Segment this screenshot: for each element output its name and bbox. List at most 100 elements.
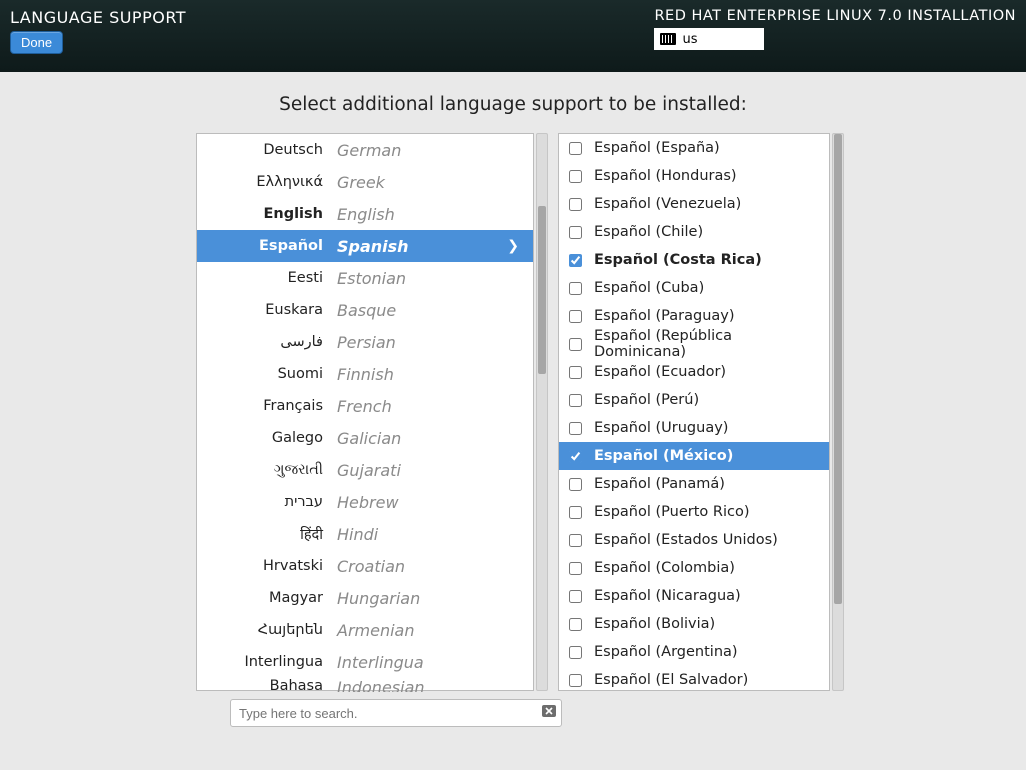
locale-checkbox[interactable] bbox=[569, 366, 582, 379]
search-input[interactable] bbox=[230, 699, 562, 727]
locale-checkbox[interactable] bbox=[569, 422, 582, 435]
locale-row[interactable]: Español (República Dominicana) bbox=[559, 330, 829, 358]
locale-checkbox[interactable] bbox=[569, 674, 582, 687]
locale-row[interactable]: Español (Argentina) bbox=[559, 638, 829, 666]
locale-row[interactable]: Español (Panamá) bbox=[559, 470, 829, 498]
locale-row[interactable]: Español (Puerto Rico) bbox=[559, 498, 829, 526]
locale-checkbox[interactable] bbox=[569, 338, 582, 351]
language-english-label: Indonesian bbox=[337, 678, 523, 692]
language-english-label: German bbox=[337, 141, 523, 160]
locale-row[interactable]: Español (El Salvador) bbox=[559, 666, 829, 694]
language-row[interactable]: EnglishEnglish❯ bbox=[197, 198, 533, 230]
locale-label: Español (Nicaragua) bbox=[594, 588, 741, 604]
locale-row[interactable]: Español (Venezuela) bbox=[559, 190, 829, 218]
language-native-label: עברית bbox=[197, 494, 337, 510]
installer-title: RED HAT ENTERPRISE LINUX 7.0 INSTALLATIO… bbox=[654, 8, 1016, 24]
language-row[interactable]: EspañolSpanish❯ bbox=[197, 230, 533, 262]
language-english-label: French bbox=[337, 397, 523, 416]
locale-checkbox[interactable] bbox=[569, 198, 582, 211]
language-native-label: فارسی bbox=[197, 334, 337, 350]
language-row[interactable]: FrançaisFrench❯ bbox=[197, 390, 533, 422]
page-title: LANGUAGE SUPPORT bbox=[10, 8, 186, 27]
locale-checkbox[interactable] bbox=[569, 310, 582, 323]
language-row[interactable]: עבריתHebrew❯ bbox=[197, 486, 533, 518]
locale-row[interactable]: Español (Paraguay) bbox=[559, 302, 829, 330]
language-row[interactable]: InterlinguaInterlingua❯ bbox=[197, 646, 533, 678]
locale-row[interactable]: Español (Chile) bbox=[559, 218, 829, 246]
language-row[interactable]: فارسیPersian❯ bbox=[197, 326, 533, 358]
language-row[interactable]: EestiEstonian❯ bbox=[197, 262, 533, 294]
keyboard-layout-indicator[interactable]: us bbox=[654, 28, 764, 50]
language-english-label: Hebrew bbox=[337, 493, 523, 512]
language-native-label: हिंदी bbox=[197, 524, 337, 544]
locale-row[interactable]: Español (Estados Unidos) bbox=[559, 526, 829, 554]
language-row[interactable]: Bahasa IndonesiaIndonesian❯ bbox=[197, 678, 533, 692]
locale-row[interactable]: Español (Honduras) bbox=[559, 162, 829, 190]
locale-row[interactable]: Español (Bolivia) bbox=[559, 610, 829, 638]
locale-row[interactable]: Español (México) bbox=[559, 442, 829, 470]
locale-label: Español (Venezuela) bbox=[594, 196, 741, 212]
language-english-label: Basque bbox=[337, 301, 523, 320]
language-english-label: Hindi bbox=[337, 525, 523, 544]
language-row[interactable]: हिंदीHindi❯ bbox=[197, 518, 533, 550]
locale-row[interactable]: Español (Nicaragua) bbox=[559, 582, 829, 610]
locale-checkbox[interactable] bbox=[569, 226, 582, 239]
locale-row[interactable]: Español (Ecuador) bbox=[559, 358, 829, 386]
language-row[interactable]: SuomiFinnish❯ bbox=[197, 358, 533, 390]
language-row[interactable]: MagyarHungarian❯ bbox=[197, 582, 533, 614]
locale-checkbox[interactable] bbox=[569, 618, 582, 631]
locale-checkbox[interactable] bbox=[569, 534, 582, 547]
header-bar: LANGUAGE SUPPORT Done RED HAT ENTERPRISE… bbox=[0, 0, 1026, 72]
locale-row[interactable]: Español (Cuba) bbox=[559, 274, 829, 302]
locale-checkbox[interactable] bbox=[569, 506, 582, 519]
locale-label: Español (Uruguay) bbox=[594, 420, 728, 436]
locale-row[interactable]: Español (Colombia) bbox=[559, 554, 829, 582]
language-row[interactable]: ՀայերենArmenian❯ bbox=[197, 614, 533, 646]
locale-label: Español (Panamá) bbox=[594, 476, 725, 492]
language-list[interactable]: DeutschGerman❯ΕλληνικάGreek❯EnglishEngli… bbox=[196, 133, 534, 691]
language-row[interactable]: EuskaraBasque❯ bbox=[197, 294, 533, 326]
language-english-label: Galician bbox=[337, 429, 523, 448]
language-scrollbar[interactable] bbox=[536, 133, 548, 691]
done-button[interactable]: Done bbox=[10, 31, 63, 54]
locale-panel-wrap: Español (España)Español (Honduras) Españo… bbox=[558, 133, 830, 691]
language-row[interactable]: ગુજરાતીGujarati❯ bbox=[197, 454, 533, 486]
language-native-label: Հայերեն bbox=[197, 622, 337, 638]
locale-row[interactable]: Español (Uruguay) bbox=[559, 414, 829, 442]
header-left: LANGUAGE SUPPORT Done bbox=[10, 8, 186, 72]
locale-checkbox[interactable] bbox=[569, 254, 582, 267]
locale-checkbox[interactable] bbox=[569, 394, 582, 407]
clear-search-icon[interactable] bbox=[542, 704, 556, 722]
language-native-label: Español bbox=[197, 238, 337, 254]
locale-checkbox[interactable] bbox=[569, 646, 582, 659]
locale-row[interactable]: Español (España) bbox=[559, 134, 829, 162]
locale-label: Español (Bolivia) bbox=[594, 616, 715, 632]
language-native-label: Français bbox=[197, 398, 337, 414]
locale-label: Español (República Dominicana) bbox=[594, 328, 823, 360]
locale-checkbox[interactable] bbox=[569, 142, 582, 155]
language-english-label: Interlingua bbox=[337, 653, 523, 672]
prompt-text: Select additional language support to be… bbox=[24, 94, 1002, 115]
locale-checkbox[interactable] bbox=[569, 478, 582, 491]
language-native-label: Ελληνικά bbox=[197, 174, 337, 190]
locale-checkbox[interactable] bbox=[569, 450, 582, 463]
language-native-label: Eesti bbox=[197, 270, 337, 286]
locale-checkbox[interactable] bbox=[569, 590, 582, 603]
language-scrollbar-thumb[interactable] bbox=[538, 206, 546, 374]
language-row[interactable]: GalegoGalician❯ bbox=[197, 422, 533, 454]
locale-label: Español (Cuba) bbox=[594, 280, 704, 296]
locale-list[interactable]: Español (España)Español (Honduras) Españo… bbox=[558, 133, 830, 691]
locale-row[interactable]: Español (Costa Rica) bbox=[559, 246, 829, 274]
language-row[interactable]: HrvatskiCroatian❯ bbox=[197, 550, 533, 582]
locale-checkbox[interactable] bbox=[569, 282, 582, 295]
locale-row[interactable]: Español (Perú) bbox=[559, 386, 829, 414]
locale-scrollbar-thumb[interactable] bbox=[834, 134, 842, 604]
locale-label: Español (Chile) bbox=[594, 224, 703, 240]
language-native-label: Suomi bbox=[197, 366, 337, 382]
locale-scrollbar[interactable] bbox=[832, 133, 844, 691]
locale-checkbox[interactable] bbox=[569, 170, 582, 183]
locale-checkbox[interactable] bbox=[569, 562, 582, 575]
language-row[interactable]: DeutschGerman❯ bbox=[197, 134, 533, 166]
panels: DeutschGerman❯ΕλληνικάGreek❯EnglishEngli… bbox=[24, 133, 1002, 691]
language-row[interactable]: ΕλληνικάGreek❯ bbox=[197, 166, 533, 198]
